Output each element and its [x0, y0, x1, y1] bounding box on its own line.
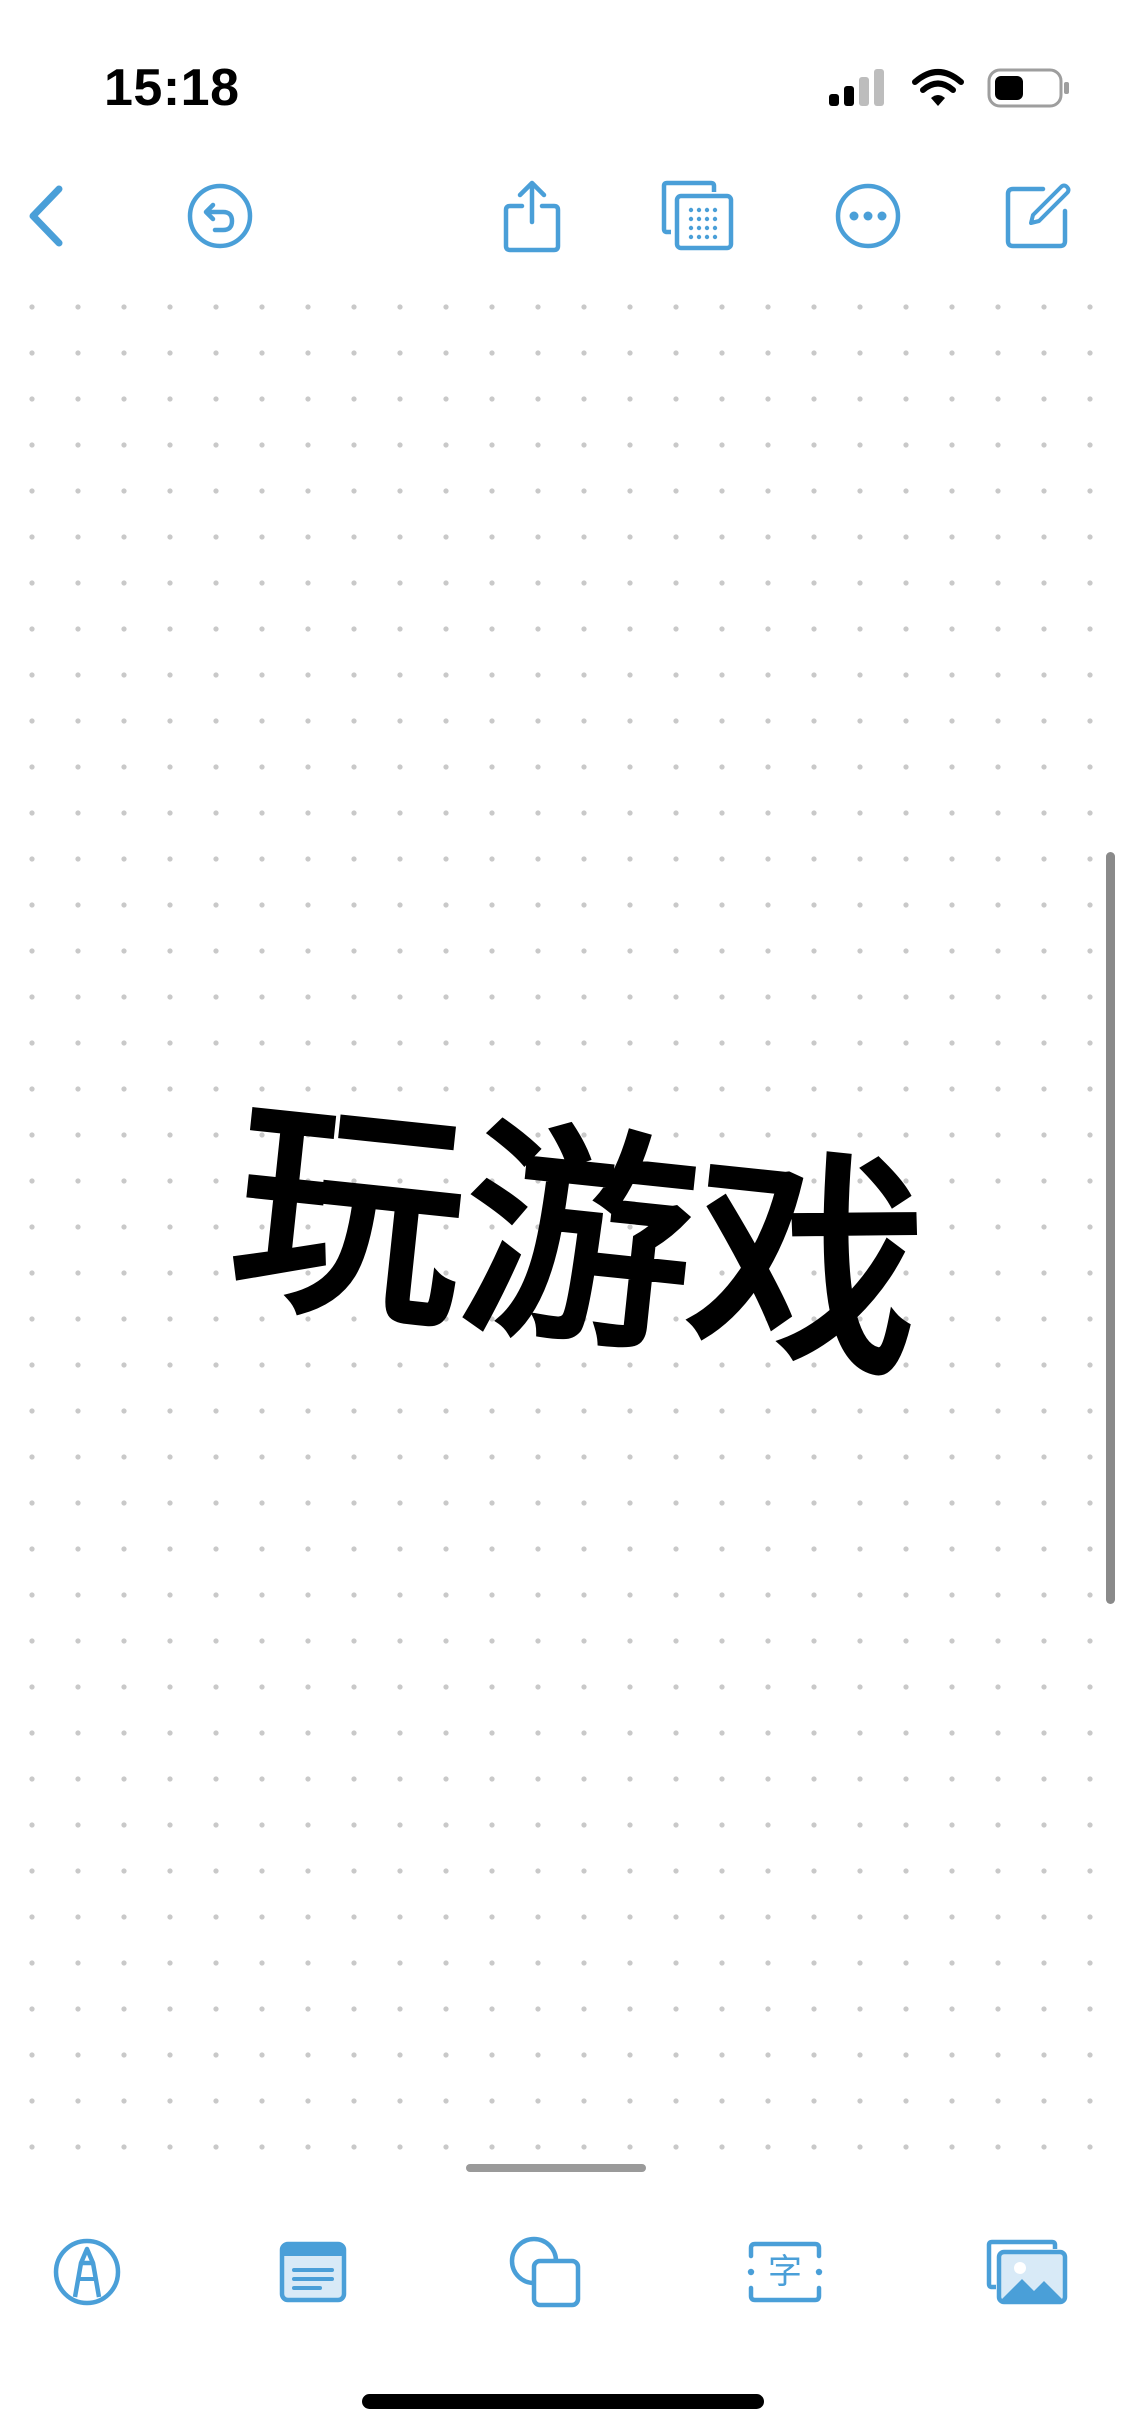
battery-icon — [987, 67, 1071, 109]
shapes-icon — [507, 2234, 583, 2310]
media-button[interactable] — [982, 2227, 1072, 2317]
text-box-icon: 字 — [745, 2240, 825, 2304]
text-box-glyph: 字 — [768, 2252, 802, 2292]
status-bar: 15:18 — [0, 0, 1125, 150]
status-icons — [827, 66, 1071, 110]
photo-icon — [986, 2239, 1068, 2305]
share-button[interactable] — [492, 176, 572, 256]
undo-button[interactable] — [180, 176, 260, 256]
top-toolbar — [0, 170, 1125, 270]
home-indicator[interactable] — [362, 2394, 764, 2409]
chevron-left-icon — [21, 181, 71, 251]
wifi-icon — [911, 68, 965, 108]
share-icon — [500, 178, 564, 254]
sticky-note-button[interactable] — [268, 2227, 358, 2317]
undo-icon — [185, 181, 255, 251]
new-board-button[interactable] — [998, 176, 1078, 256]
bottom-toolbar: 字 — [0, 2195, 1125, 2345]
pen-tool-button[interactable] — [42, 2227, 132, 2317]
pen-icon — [52, 2237, 122, 2307]
board-view-button[interactable] — [658, 176, 738, 256]
text-box-button[interactable]: 字 — [740, 2227, 830, 2317]
shapes-button[interactable] — [500, 2227, 590, 2317]
freeform-board-screen: 15:18 玩游戏 字 — [0, 0, 1125, 2436]
grid-view-icon — [661, 180, 735, 252]
compose-icon — [1003, 181, 1073, 251]
vertical-scrollbar[interactable] — [1106, 852, 1115, 1604]
back-button[interactable] — [6, 176, 86, 256]
cellular-signal-icon — [827, 68, 889, 108]
toolbar-drag-handle[interactable] — [466, 2164, 646, 2172]
status-time: 15:18 — [104, 59, 240, 117]
sticky-note-icon — [278, 2240, 348, 2304]
more-icon — [833, 181, 903, 251]
more-button[interactable] — [828, 176, 908, 256]
